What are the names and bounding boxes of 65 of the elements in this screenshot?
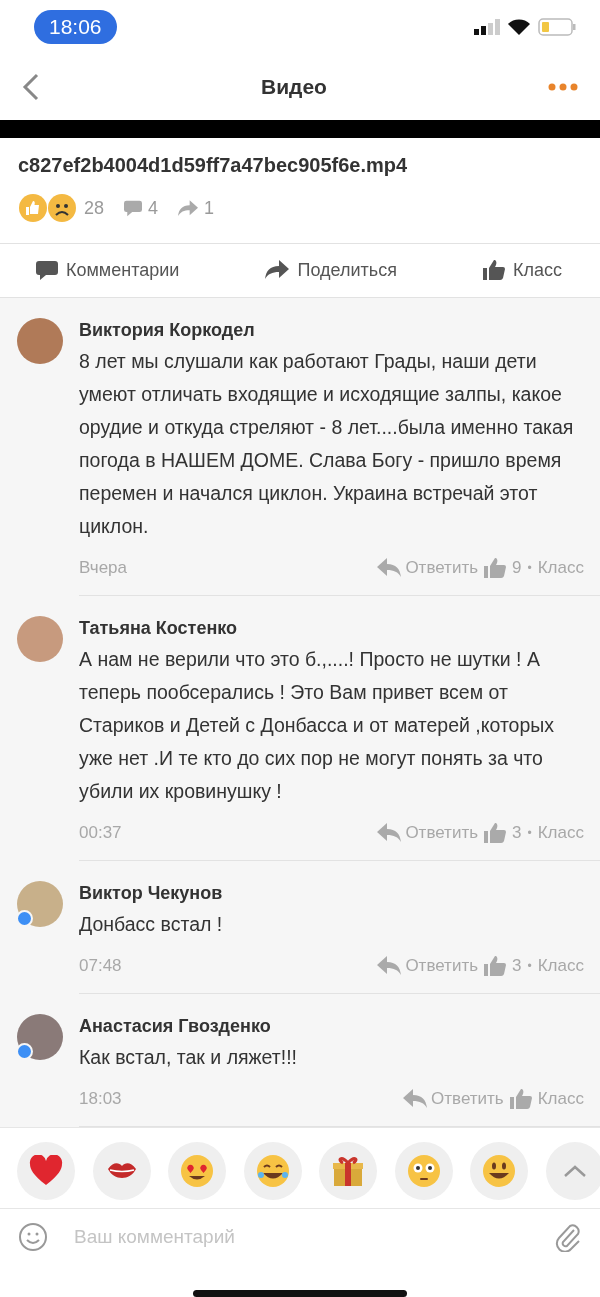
battery-icon bbox=[538, 18, 576, 37]
like-link[interactable]: Класс bbox=[537, 955, 584, 976]
thumbs-up-reaction-icon bbox=[18, 193, 78, 224]
avatar bbox=[17, 1013, 63, 1060]
comment-author: Анастасия Гвозденко bbox=[79, 1014, 272, 1038]
reply-arrow-icon bbox=[403, 1088, 428, 1109]
status-time: 18:06 bbox=[34, 10, 117, 45]
reply-link[interactable]: Ответить bbox=[377, 955, 479, 976]
thumbs-up-icon bbox=[484, 556, 507, 579]
thumbs-up-icon bbox=[484, 954, 507, 977]
more-icon[interactable] bbox=[548, 83, 578, 92]
like-count: 9 bbox=[512, 557, 522, 578]
thumbs-up-icon bbox=[483, 259, 505, 282]
comment-count: 4 bbox=[148, 197, 159, 219]
comment-author: Виктор Чекунов bbox=[79, 881, 224, 905]
page-title: Видео bbox=[261, 75, 327, 100]
like-link[interactable]: Класс bbox=[537, 557, 584, 578]
separator-dot: • bbox=[527, 825, 532, 840]
smiley-icon[interactable] bbox=[18, 1221, 48, 1252]
heart-eyes-face-icon bbox=[179, 1152, 215, 1189]
flushed-face-icon bbox=[405, 1152, 442, 1189]
thumbs-up-icon bbox=[509, 1087, 532, 1110]
reaction-count: 28 bbox=[84, 197, 105, 219]
back-icon[interactable] bbox=[22, 73, 40, 102]
like-link[interactable]: Класс bbox=[537, 822, 584, 843]
comment-text: Как встал, так и ляжет!!! bbox=[79, 1044, 298, 1070]
comment-time: Вчера bbox=[79, 557, 127, 578]
reply-arrow-icon bbox=[377, 557, 402, 578]
speech-bubble-icon bbox=[36, 259, 58, 282]
share-count: 1 bbox=[204, 197, 215, 219]
smile-face-icon bbox=[481, 1152, 517, 1189]
share-action-button[interactable]: Поделиться bbox=[265, 259, 397, 281]
video-title: c827ef2b4004d1d59ff7a47bec905f6e.mp4 bbox=[17, 153, 409, 178]
heart-icon bbox=[29, 1154, 63, 1187]
thumbs-up-icon bbox=[484, 821, 507, 844]
comment-input[interactable]: Ваш комментарий bbox=[72, 1224, 530, 1249]
comment-time: 07:48 bbox=[79, 955, 122, 976]
like-count: 3 bbox=[512, 822, 522, 843]
reply-link[interactable]: Ответить bbox=[377, 822, 479, 843]
like-link[interactable]: Класс bbox=[537, 1088, 584, 1109]
speech-bubble-icon bbox=[124, 199, 143, 218]
like-count: 3 bbox=[512, 955, 522, 976]
reply-arrow-icon bbox=[377, 955, 402, 976]
comment-text: 8 лет мы слушали как работают Грады, наши дети умеют отличать входящие и исходящие залпы, какое орудие и откуда стреляют - 8 лет....была именно такая погода в НАШЕМ ДОМЕ. Слава Богу - пришло время перемен и начался циклон. Украина встречай этот циклон. bbox=[79, 348, 575, 539]
share-arrow-icon bbox=[178, 199, 199, 217]
reply-link[interactable]: Ответить bbox=[403, 1088, 504, 1109]
comment-text: А нам не верили что это б.,....! Просто не шутки ! А теперь пообсерались ! Это Вам привет всем от Стариков и Детей с Донбасса и от матерей ,которых уже нет .И те кто до сих пор не могут понять за что убили их кровинушку ! bbox=[79, 646, 556, 804]
reply-link[interactable]: Ответить bbox=[377, 557, 479, 578]
comment-time: 18:03 bbox=[79, 1088, 122, 1109]
comment-time: 00:37 bbox=[79, 822, 122, 843]
signal-icon bbox=[474, 19, 500, 36]
comment-author: Виктория Коркодел bbox=[79, 318, 256, 342]
comment-action-button[interactable]: Комментарии bbox=[36, 259, 180, 282]
comment-text: Донбасс встал ! bbox=[79, 911, 224, 937]
comment-author: Татьяна Костенко bbox=[79, 616, 239, 640]
wifi-icon bbox=[508, 19, 530, 36]
share-arrow-icon bbox=[265, 260, 290, 281]
joy-face-icon bbox=[254, 1152, 291, 1189]
like-action-button[interactable]: Класс bbox=[483, 259, 562, 282]
reply-arrow-icon bbox=[377, 822, 402, 843]
avatar bbox=[17, 880, 63, 927]
chevron-up-icon bbox=[562, 1163, 587, 1178]
paperclip-icon[interactable] bbox=[554, 1221, 582, 1252]
separator-dot: • bbox=[527, 560, 532, 575]
separator-dot: • bbox=[527, 958, 532, 973]
